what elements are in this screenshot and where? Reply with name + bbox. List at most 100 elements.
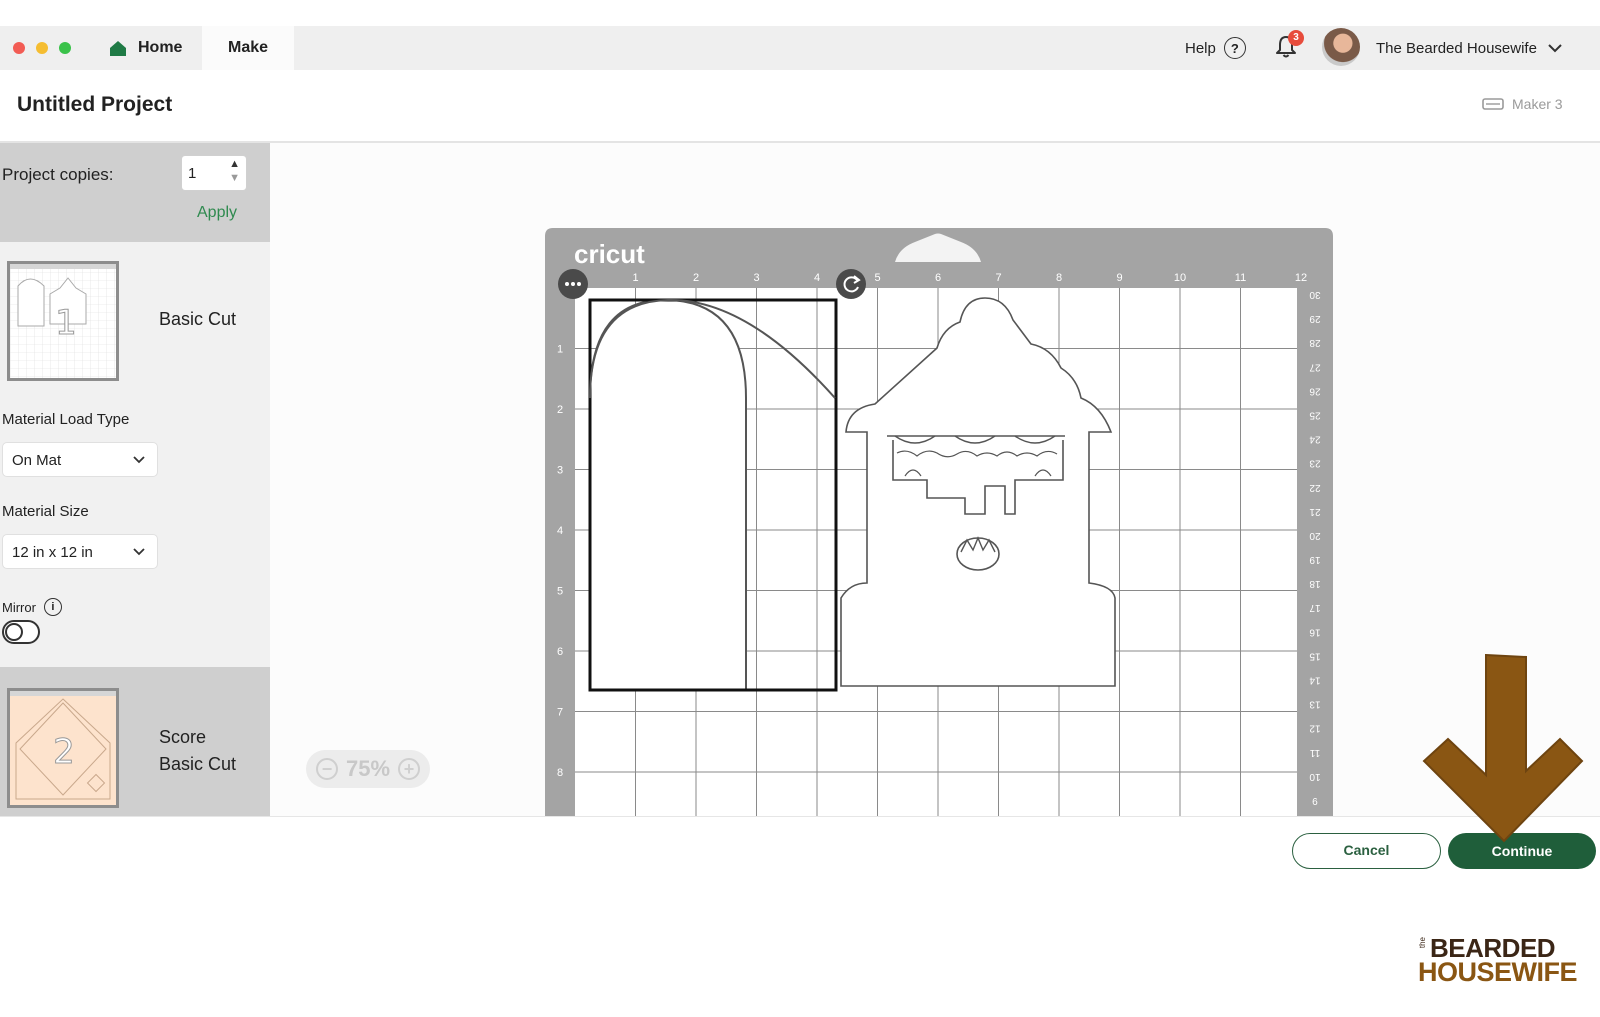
apply-button[interactable]: Apply [197,204,237,222]
tab-home[interactable]: Home [100,26,202,70]
zoom-control: − 75% + [306,750,430,788]
more-options-button[interactable] [558,269,588,299]
ruler-top-label: 5 [874,272,880,284]
ruler-right-label: 25 [1309,409,1321,420]
mat-2-preview: 2 [10,691,116,800]
mat-1-label: Basic Cut [159,309,237,329]
user-avatar[interactable] [1322,28,1360,66]
window-zoom-button[interactable] [59,42,71,54]
ruler-right-label: 28 [1309,337,1321,348]
rotate-button[interactable] [836,269,866,299]
ruler-right-label: 15 [1309,650,1321,661]
zoom-out-button[interactable]: − [315,758,338,780]
info-icon[interactable]: i [43,598,62,616]
material-load-type-select[interactable]: On Mat [2,442,158,477]
tab-home-label: Home [138,39,183,56]
ruler-right-label: 10 [1309,771,1321,782]
help-icon: ? [1223,37,1246,59]
ruler-right-label: 11 [1309,747,1320,758]
ruler-top-label: 4 [814,272,820,284]
ruler-top-label: 1 [632,272,638,284]
project-title: Untitled Project [17,93,173,116]
mat-2-thumbnail: 2 [7,688,119,808]
ruler-left-label: 1 [557,344,563,356]
copies-value: 1 [188,165,197,182]
machine-name: Maker 3 [1512,96,1563,112]
tab-make-label: Make [227,39,269,56]
increment-arrow-icon[interactable]: ▲ [229,158,240,170]
mat-card-2[interactable]: 2 Score Basic Cut [0,667,270,816]
material-size-value: 12 in x 12 in [12,544,93,561]
cricut-logo: cricut [574,239,645,269]
ruler-right-label: 12 [1309,723,1321,734]
down-arrow-annotation [1422,653,1584,843]
cutting-mat: cricut 1 2 3 4 5 6 7 8 9 10 11 12123456783029282726… [545,228,1333,816]
ruler-top-label: 3 [753,272,759,284]
decrement-arrow-icon[interactable]: ▼ [229,172,240,184]
ruler-right-label: 9 [1312,795,1318,806]
mat-2-label-line2: Basic Cut [159,754,237,774]
mat-1-thumbnail: 1 [7,261,119,381]
chevron-down-icon [1548,44,1562,53]
ruler-top-label: 7 [995,272,1001,284]
mirror-label-row: Mirror i [2,598,62,616]
ruler-left-label: 2 [557,404,563,416]
ruler-right-label: 22 [1309,482,1321,493]
ruler-right-label: 30 [1309,289,1321,300]
ruler-top-label: 8 [1056,272,1062,284]
ruler-left-label: 8 [557,767,563,779]
tab-make[interactable]: Make [202,26,294,70]
chevron-down-icon [133,456,145,464]
help-label: Help [1185,39,1216,57]
window-close-button[interactable] [13,42,25,54]
machine-indicator[interactable]: Maker 3 [1482,96,1563,112]
ruler-right-label: 14 [1309,674,1321,685]
material-load-type-value: On Mat [12,452,62,469]
ruler-left-label: 3 [557,465,563,477]
footer-divider [0,816,1600,817]
ruler-right-label: 17 [1309,602,1321,613]
ruler-top-label: 10 [1174,272,1186,284]
ruler-left-label: 6 [557,646,563,658]
copies-stepper[interactable]: 1 ▲ ▼ [181,155,247,191]
mat-card-1[interactable]: 1 Basic Cut [0,242,270,382]
copies-label: Project copies: [2,165,114,184]
mat-1-number: 1 [55,303,77,343]
ruler-right-label: 20 [1309,530,1321,541]
mat-1-preview: 1 [10,264,116,378]
ruler-top-label: 12 [1295,272,1307,284]
ruler-right-label: 23 [1309,458,1321,469]
mirror-toggle[interactable] [2,620,40,644]
mirror-label: Mirror [2,599,36,615]
ruler-right-label: 13 [1309,699,1321,710]
material-size-label: Material Size [2,503,89,520]
cricut-design-space-window: Home Make Help ? 3 The Bearded Housewife… [0,0,1600,1017]
home-icon [110,41,126,56]
material-size-select[interactable]: 12 in x 12 in [2,534,158,569]
ruler-top-label: 2 [693,272,699,284]
logo-small-text: the [1418,937,1427,949]
notification-count-badge: 3 [1288,30,1304,46]
mat-2-number: 2 [53,732,75,772]
ruler-top-label: 6 [935,272,941,284]
material-load-type-label: Material Load Type [2,411,130,428]
zoom-in-button[interactable]: + [398,758,421,780]
ruler-right-label: 21 [1309,506,1321,517]
user-name: The Bearded Housewife [1376,39,1537,57]
window-minimize-button[interactable] [36,42,48,54]
ruler-right-label: 26 [1309,385,1321,396]
ruler-right-label: 19 [1309,554,1321,565]
ruler-right-label: 24 [1309,434,1321,445]
help-link[interactable]: Help ? [1185,26,1246,70]
arch-shape[interactable] [589,298,747,690]
ruler-right-label: 29 [1309,313,1321,324]
zoom-level: 75% [345,756,391,781]
ruler-right-label: 16 [1309,626,1321,637]
toggle-knob [5,623,23,641]
user-menu[interactable]: The Bearded Housewife [1376,26,1563,70]
logo-line2: HOUSEWIFE [1418,957,1578,987]
notifications-button[interactable]: 3 [1274,30,1304,64]
project-copies-section: Project copies: 1 ▲ ▼ Apply [0,143,270,242]
cancel-button[interactable]: Cancel [1292,833,1441,869]
ruler-top-label: 11 [1235,272,1246,284]
